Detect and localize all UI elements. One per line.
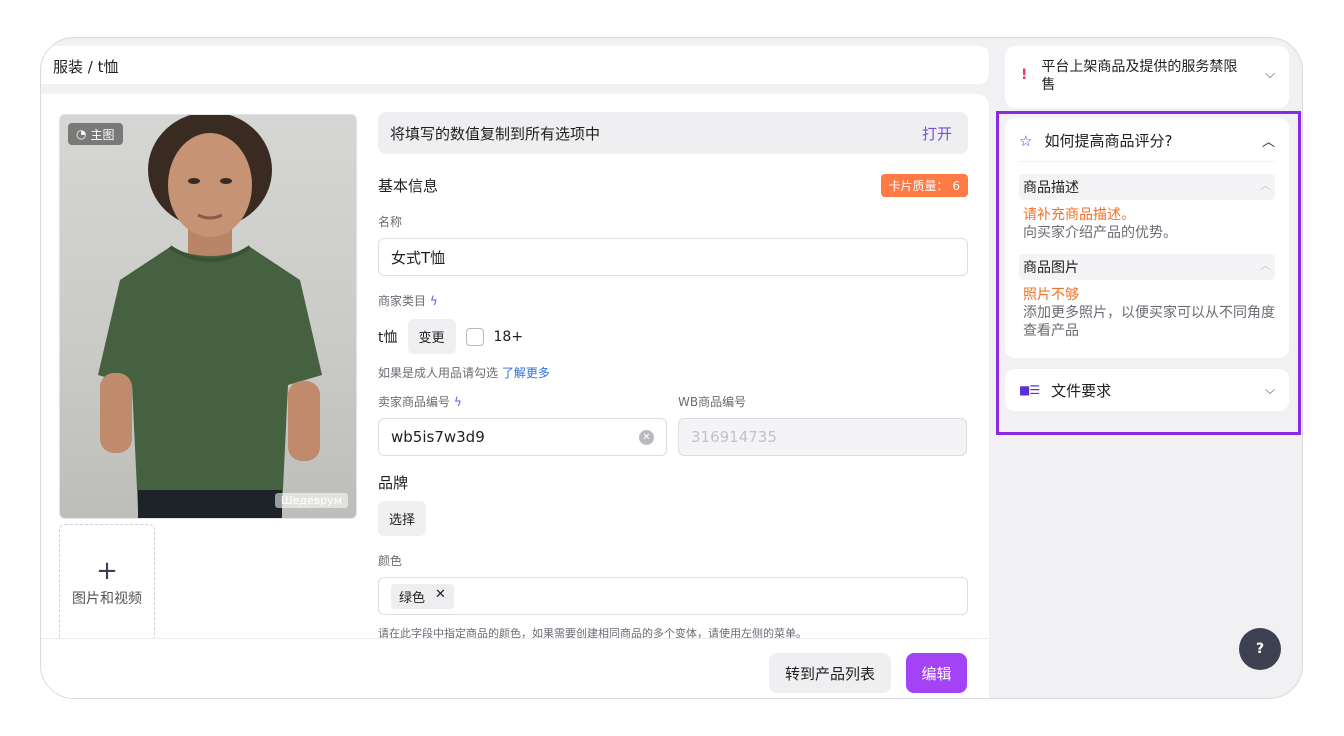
add-media-button[interactable]: + 图片和视频: [59, 524, 155, 642]
seller-sku-input[interactable]: wb5is7w3d9 ✕: [378, 418, 667, 456]
photo-watermark: Шедеврум: [274, 493, 348, 508]
color-tag: 绿色 ✕: [391, 583, 454, 609]
app-frame: 服装 / t恤 ◔ 主图 Шедеврум + 图片和视频 将填写的数值复制到所…: [40, 37, 1303, 699]
go-to-product-list-button[interactable]: 转到产品列表: [769, 653, 891, 693]
category-value: t恤: [378, 329, 398, 346]
basic-info-title: 基本信息: [378, 177, 439, 195]
breadcrumb[interactable]: 服装 / t恤: [41, 46, 989, 84]
wb-sku-input: 316914735: [678, 418, 967, 456]
remove-tag-icon[interactable]: ✕: [435, 587, 446, 606]
footer-bar: 转到产品列表 编辑: [41, 638, 989, 698]
brand-label: 品牌: [378, 474, 409, 492]
add-media-label: 图片和视频: [72, 591, 142, 607]
edit-button[interactable]: 编辑: [906, 653, 967, 693]
copy-values-bar: 将填写的数值复制到所有选项中 打开: [378, 112, 968, 154]
main-photo-badge: ◔ 主图: [68, 123, 123, 145]
product-card-editor: ◔ 主图 Шедеврум + 图片和视频 将填写的数值复制到所有选项中 打开 …: [41, 94, 989, 698]
color-input[interactable]: 绿色 ✕: [378, 577, 968, 615]
adult-hint: 如果是成人用品请勾选 了解更多: [378, 366, 550, 380]
card-quality-badge[interactable]: 卡片质量： 6: [880, 174, 968, 197]
learn-more-link[interactable]: 了解更多: [502, 366, 550, 380]
model-tshirt-illustration: [98, 115, 322, 518]
adult-checkbox[interactable]: [465, 327, 484, 346]
wb-sku-label: WB商品编号: [678, 395, 747, 409]
camera-icon: ◔: [76, 127, 87, 141]
category-label: 商家类目 ϟ: [378, 294, 438, 308]
adult-label: 18+: [493, 328, 524, 345]
name-input[interactable]: 女式T恤: [378, 238, 968, 276]
prohibited-goods-text: 平台上架商品及提供的服务禁限售: [1041, 59, 1238, 93]
name-label: 名称: [378, 215, 403, 229]
help-button[interactable]: ?: [1239, 628, 1281, 670]
lightning-icon: ϟ: [429, 294, 438, 308]
lightning-icon: ϟ: [453, 395, 462, 409]
select-brand-button[interactable]: 选择: [378, 501, 427, 536]
color-label: 颜色: [378, 554, 403, 568]
highlight-frame: [996, 111, 1301, 435]
product-form: 将填写的数值复制到所有选项中 打开 基本信息 卡片质量： 6 名称 女式T恤 商…: [378, 112, 968, 641]
change-category-button[interactable]: 变更: [407, 319, 456, 354]
copy-values-text: 将填写的数值复制到所有选项中: [390, 124, 601, 143]
warning-icon: !: [1021, 67, 1028, 83]
prohibited-goods-card[interactable]: ! 平台上架商品及提供的服务禁限售 ⌵: [1005, 46, 1289, 108]
plus-icon: +: [96, 556, 118, 586]
main-product-photo[interactable]: ◔ 主图 Шедеврум: [59, 114, 357, 519]
seller-sku-label: 卖家商品编号 ϟ: [378, 395, 462, 409]
chevron-down-icon: ⌵: [1265, 67, 1275, 82]
copy-values-open-link[interactable]: 打开: [922, 123, 952, 144]
clear-icon[interactable]: ✕: [639, 429, 654, 445]
